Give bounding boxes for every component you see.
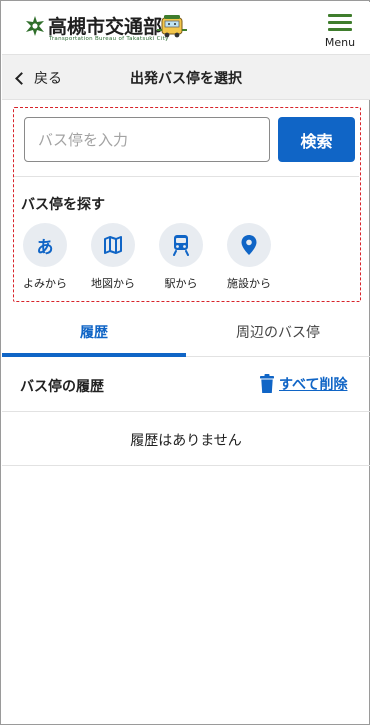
hiragana-a-icon: あ	[23, 223, 67, 267]
train-icon	[173, 235, 189, 256]
empty-history-message: 履歴はありません	[130, 433, 242, 449]
find-by-station-button[interactable]: 駅から	[150, 223, 212, 290]
tab-history[interactable]: 履歴	[2, 308, 186, 356]
chevron-left-icon	[15, 71, 28, 85]
trash-icon	[260, 374, 274, 393]
section-divider	[14, 176, 359, 177]
tab-nearby-bus-stops[interactable]: 周辺のバス停	[186, 308, 370, 356]
find-by-map-label: 地図から	[91, 277, 135, 290]
find-by-reading-label: よみから	[23, 277, 67, 290]
menu-label: Menu	[324, 36, 356, 49]
delete-all-button[interactable]: すべて削除	[259, 373, 347, 395]
app-frame: 高槻市交通部 Transportation Bureau of Takatsuk…	[0, 0, 370, 725]
find-by-facility-label: 施設から	[227, 277, 271, 290]
map-icon	[104, 236, 122, 254]
back-button[interactable]: 戻る	[14, 67, 62, 89]
search-button[interactable]: 検索	[278, 117, 355, 162]
history-header: バス停の履歴 すべて削除	[2, 358, 370, 412]
find-by-reading-button[interactable]: あ よみから	[14, 223, 76, 290]
site-logo[interactable]: 高槻市交通部 Transportation Bureau of Takatsuk…	[22, 12, 192, 46]
logo-title: 高槻市交通部	[48, 16, 163, 38]
history-empty-row: 履歴はありません	[2, 413, 370, 466]
train-icon-wrap	[159, 223, 203, 267]
menu-button[interactable]: Menu	[322, 12, 362, 49]
find-by-station-label: 駅から	[164, 277, 198, 290]
back-label: 戻る	[34, 71, 62, 87]
bus-mascot-icon	[157, 15, 187, 38]
find-by-map-button[interactable]: 地図から	[82, 223, 144, 290]
active-tab-indicator	[2, 353, 186, 357]
delete-all-label: すべて削除	[279, 377, 348, 393]
find-by-facility-button[interactable]: 施設から	[218, 223, 280, 290]
search-section: 検索 バス停を探す あ よみから 地図から	[13, 107, 361, 302]
location-pin-icon	[241, 235, 257, 255]
find-bus-stop-heading: バス停を探す	[21, 197, 105, 213]
history-title: バス停の履歴	[20, 379, 104, 395]
city-emblem-icon	[26, 16, 44, 36]
tab-bar: 履歴 周辺のバス停	[2, 308, 370, 357]
location-pin-icon-wrap	[227, 223, 271, 267]
site-header: 高槻市交通部 Transportation Bureau of Takatsuk…	[2, 2, 370, 54]
logo-subtitle: Transportation Bureau of Takatsuki City	[49, 36, 169, 42]
bus-stop-search-input[interactable]	[24, 117, 270, 162]
map-icon-wrap	[91, 223, 135, 267]
hamburger-icon	[328, 14, 352, 32]
title-bar: 出発バス停を選択 戻る	[2, 54, 370, 100]
